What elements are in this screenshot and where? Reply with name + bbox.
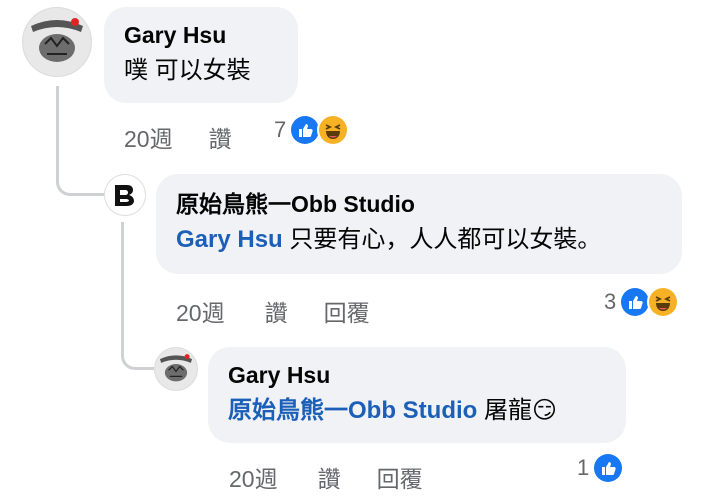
avatar-gary-hsu[interactable] [154,347,198,391]
avatar-image [23,8,91,76]
reply-button[interactable]: 回覆 [324,294,370,328]
like-button[interactable]: 讚 [318,460,341,494]
comment-actions: 20週 讚 回覆 [229,460,423,494]
avatar-obb-studio[interactable] [104,174,146,216]
reply-button[interactable]: 回覆 [377,460,423,494]
like-button[interactable]: 讚 [265,294,288,328]
reaction-count: 7 [274,117,287,142]
comment-timestamp[interactable]: 20週 [229,460,278,494]
reaction-count: 1 [577,455,590,480]
like-icon [592,452,625,484]
comment-author[interactable]: Gary Hsu [228,361,626,389]
reaction-summary[interactable]: 1 [577,452,625,484]
mention-link[interactable]: Gary Hsu [176,226,283,253]
reaction-count: 3 [604,289,617,314]
comment-body: 屠龍😏 [477,397,557,424]
comment-text: Gary Hsu 只要有心，人人都可以女裝。 [176,224,682,256]
thread-line [56,86,107,196]
comment-bubble: Gary Hsu 噗 可以女裝 [104,7,298,103]
comment-body: 只要有心，人人都可以女裝。 [282,226,602,253]
thread-line [121,222,154,370]
comment-author[interactable]: Gary Hsu [124,21,298,49]
comment-bubble: 原始鳥熊一Obb Studio Gary Hsu 只要有心，人人都可以女裝。 [156,174,682,274]
comment-author[interactable]: 原始鳥熊一Obb Studio [176,190,682,218]
comment-actions: 20週 讚 [124,120,232,154]
comment-text: 噗 可以女裝 [124,57,251,84]
comment-bubble: Gary Hsu 原始鳥熊一Obb Studio 屠龍😏 [208,347,626,443]
mention-link[interactable]: 原始鳥熊一Obb Studio [228,397,477,424]
haha-icon [317,114,350,146]
comment-text: 原始鳥熊一Obb Studio 屠龍😏 [228,395,626,427]
reaction-summary[interactable]: 7 [274,114,350,146]
comment-actions: 20週 讚 回覆 [176,294,370,328]
avatar-image [155,348,197,390]
comment-timestamp[interactable]: 20週 [176,294,225,328]
avatar-gary-hsu[interactable] [22,7,92,77]
like-button[interactable]: 讚 [209,120,232,154]
reaction-summary[interactable]: 3 [604,286,680,318]
haha-icon [647,286,680,318]
avatar-image [105,175,145,215]
comment-timestamp[interactable]: 20週 [124,120,173,154]
